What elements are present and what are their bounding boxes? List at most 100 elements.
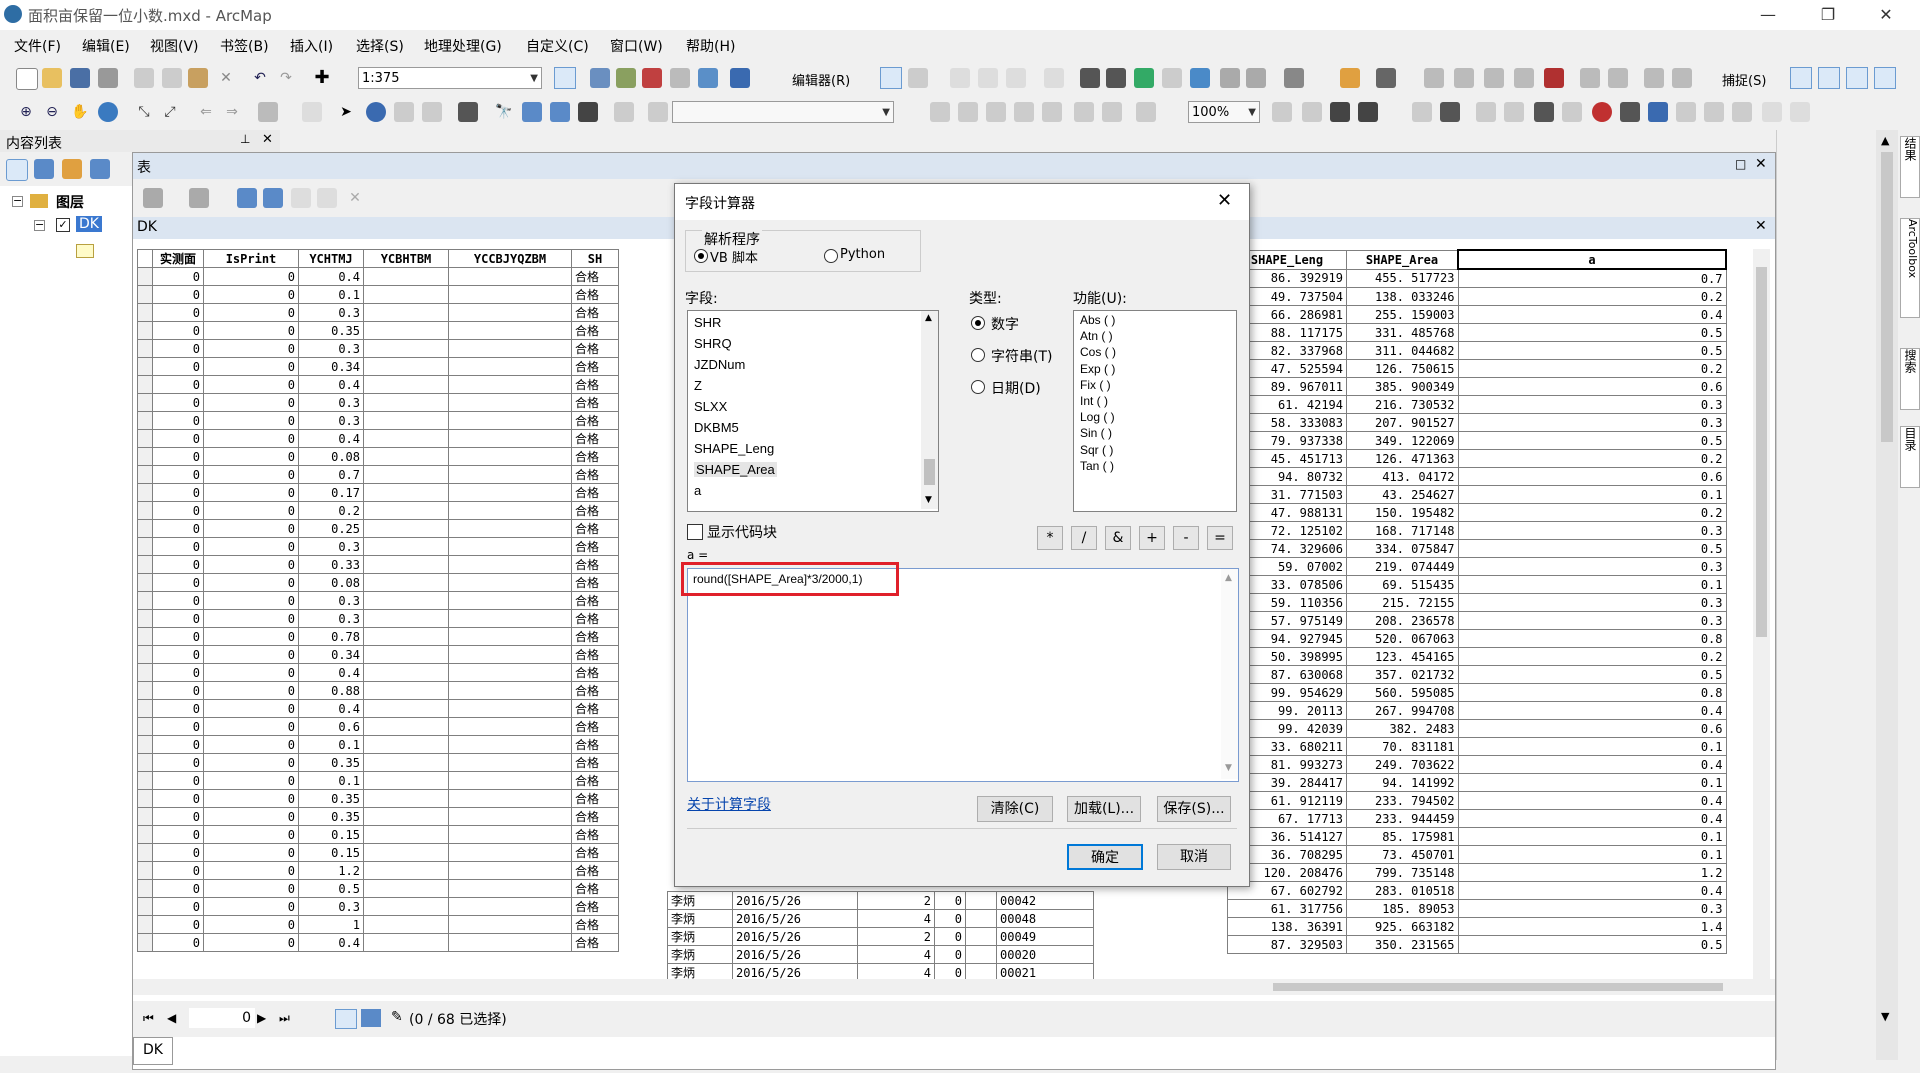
- row-header[interactable]: [137, 933, 153, 952]
- copy-parallel-icon[interactable]: [1454, 68, 1474, 88]
- list-by-selection-icon[interactable]: [90, 159, 110, 179]
- target-layer-combo[interactable]: ▼: [672, 101, 894, 123]
- new-document-icon[interactable]: [16, 68, 38, 90]
- clear-button[interactable]: 清除(C): [977, 796, 1053, 822]
- row-header[interactable]: [137, 735, 153, 754]
- topology-icon[interactable]: [1376, 68, 1396, 88]
- row-header[interactable]: [137, 915, 153, 934]
- table-row[interactable]: 0 0 0.35 合格: [137, 321, 619, 340]
- end-snapping-icon[interactable]: [1818, 67, 1840, 89]
- reshape-icon[interactable]: [1106, 68, 1126, 88]
- row-header[interactable]: [137, 501, 153, 520]
- vb-script-radio[interactable]: [694, 249, 708, 263]
- collapse-icon[interactable]: −: [12, 195, 23, 207]
- print-icon[interactable]: [98, 68, 118, 88]
- table-row[interactable]: 0 0 0.08 合格: [137, 573, 619, 592]
- scrollbar-thumb[interactable]: [924, 459, 935, 485]
- table-row[interactable]: 89. 967011 385. 900349 0.6: [1227, 377, 1727, 396]
- function-list-item[interactable]: Exp ( ): [1080, 362, 1115, 376]
- endpoint-arc-icon[interactable]: [978, 68, 998, 88]
- list-by-visibility-icon[interactable]: [62, 159, 82, 179]
- show-codeblock-checkbox[interactable]: [687, 524, 703, 540]
- zoom-to-selected-icon[interactable]: [317, 188, 337, 208]
- column-header[interactable]: SHAPE_Area: [1346, 249, 1459, 270]
- restore-button[interactable]: ❐: [1808, 2, 1848, 28]
- row-header[interactable]: [137, 789, 153, 808]
- table-row[interactable]: 0 0 0.3 合格: [137, 303, 619, 322]
- tangent-tool-icon[interactable]: [1620, 102, 1640, 122]
- layout-zoom-in-icon[interactable]: [930, 102, 950, 122]
- table-row[interactable]: 72. 125102 168. 717148 0.3: [1227, 521, 1727, 540]
- straight-segment-icon[interactable]: [950, 68, 970, 88]
- function-list-item[interactable]: Int ( ): [1080, 394, 1108, 408]
- fixed-layout-zoom-icon[interactable]: [1074, 102, 1094, 122]
- table-row[interactable]: 61. 912119 233. 794502 0.4: [1227, 791, 1727, 810]
- expression-textarea[interactable]: ▲ ▼: [687, 568, 1239, 782]
- next-record-icon[interactable]: ▶: [257, 1011, 266, 1025]
- menu-selection[interactable]: 选择(S): [356, 36, 404, 56]
- column-header-selected[interactable]: a: [1457, 249, 1727, 270]
- table-row[interactable]: 79. 937338 349. 122069 0.5: [1227, 431, 1727, 450]
- zoom-percent-combo[interactable]: 100% ▼: [1188, 101, 1260, 123]
- cut-icon[interactable]: [134, 68, 154, 88]
- table-row[interactable]: 0 0 0.3 合格: [137, 609, 619, 628]
- menu-edit[interactable]: 编辑(E): [82, 36, 130, 56]
- row-header[interactable]: [137, 555, 153, 574]
- functions-listbox[interactable]: Abs ( ) Atn ( ) Cos ( ) Exp ( ) Fix ( ) Int (…: [1073, 310, 1237, 512]
- type-string-radio[interactable]: [971, 348, 985, 362]
- attributes-icon[interactable]: [1220, 68, 1240, 88]
- edit-tool-icon[interactable]: [880, 67, 902, 89]
- column-header[interactable]: IsPrint: [203, 249, 299, 268]
- plus-operator-button[interactable]: +: [1139, 526, 1165, 550]
- row-header[interactable]: [137, 357, 153, 376]
- paste-icon[interactable]: [188, 68, 208, 88]
- table-row[interactable]: 49. 737504 138. 033246 0.2: [1227, 287, 1727, 306]
- table-row[interactable]: 99. 20113 267. 994708 0.4: [1227, 701, 1727, 720]
- menu-customize[interactable]: 自定义(C): [526, 36, 589, 56]
- table-row[interactable]: 0 0 0.4 合格: [137, 375, 619, 394]
- layout-pan-icon[interactable]: [986, 102, 1006, 122]
- table-row[interactable]: 0 0 0.3 合格: [137, 339, 619, 358]
- equals-operator-button[interactable]: =: [1207, 526, 1233, 550]
- column-header[interactable]: 实测面: [152, 249, 204, 268]
- field-list-item[interactable]: DKBM5: [694, 420, 739, 435]
- row-header[interactable]: [137, 411, 153, 430]
- table-row[interactable]: 66. 286981 255. 159003 0.4: [1227, 305, 1727, 324]
- copy-icon[interactable]: [162, 68, 182, 88]
- goto-xy-icon[interactable]: [550, 102, 570, 122]
- chevron-down-icon[interactable]: ▼: [925, 495, 932, 505]
- edit-vertices-icon[interactable]: [1080, 68, 1100, 88]
- table-row[interactable]: 0 0 0.35 合格: [137, 789, 619, 808]
- chevron-up-icon[interactable]: ▲: [925, 313, 932, 323]
- close-table-button[interactable]: ✕: [1755, 156, 1767, 172]
- trace-tool-icon[interactable]: [1732, 102, 1752, 122]
- table-row[interactable]: 138. 36391 925. 663182 1.4: [1227, 917, 1727, 936]
- table-row[interactable]: 58. 333083 207. 901527 0.3: [1227, 413, 1727, 432]
- show-codeblock-label[interactable]: 显示代码块: [707, 522, 777, 542]
- clear-selection-icon[interactable]: [302, 102, 322, 122]
- chevron-up-icon[interactable]: ▲: [1225, 573, 1232, 583]
- function-list-item[interactable]: Abs ( ): [1080, 313, 1115, 327]
- table-row[interactable]: 0 0 0.1 合格: [137, 285, 619, 304]
- list-by-drawing-order-icon[interactable]: [6, 159, 28, 181]
- column-header[interactable]: SH: [571, 249, 619, 268]
- previous-layout-icon[interactable]: [1102, 102, 1122, 122]
- editor-toolbar-icon[interactable]: [554, 67, 576, 89]
- table-row[interactable]: 0 0 0.3 合格: [137, 393, 619, 412]
- chevron-down-icon[interactable]: ▼: [1881, 1010, 1889, 1023]
- save-icon[interactable]: [70, 68, 90, 88]
- collapse-icon[interactable]: −: [34, 219, 45, 231]
- change-layout-icon[interactable]: [1330, 102, 1350, 122]
- time-slider-icon[interactable]: [578, 102, 598, 122]
- trim-icon[interactable]: [1544, 68, 1564, 88]
- python-icon[interactable]: [730, 68, 750, 88]
- table-row[interactable]: 74. 329606 334. 075847 0.5: [1227, 539, 1727, 558]
- table-row[interactable]: 0 0 1.2 合格: [137, 861, 619, 880]
- field-list-item[interactable]: SLXX: [694, 399, 727, 414]
- row-header[interactable]: [137, 699, 153, 718]
- intersection-tool-icon[interactable]: [1562, 102, 1582, 122]
- data-driven-pages-icon[interactable]: [1358, 102, 1378, 122]
- layer-tab-dk[interactable]: DK: [137, 219, 157, 235]
- switch-selection-icon[interactable]: [263, 188, 283, 208]
- chevron-down-icon[interactable]: ▼: [1225, 763, 1232, 773]
